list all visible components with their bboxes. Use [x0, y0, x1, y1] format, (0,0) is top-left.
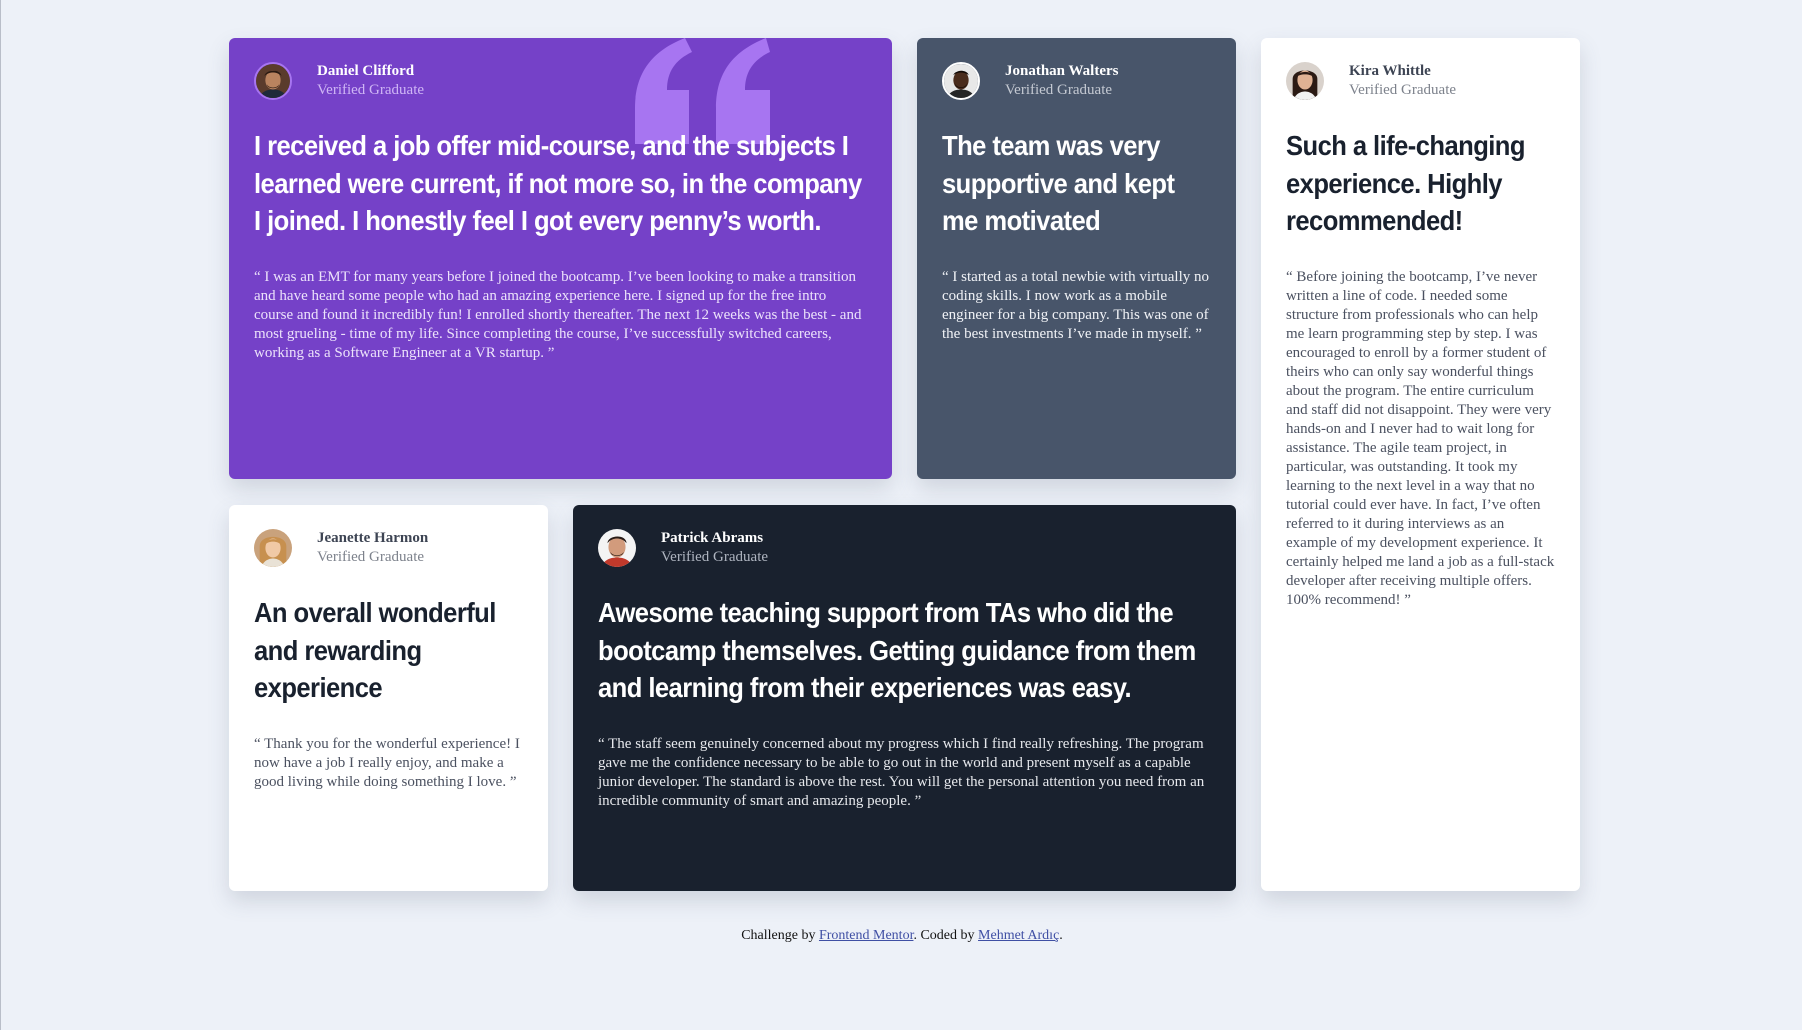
testimonial-card-jeanette: Jeanette Harmon Verified Graduate An ove… [229, 505, 548, 891]
testimonial-card-daniel: Daniel Clifford Verified Graduate I rece… [229, 38, 892, 479]
woman-portrait-avatar-icon [1286, 62, 1324, 100]
testimonial-card-jonathan: Jonathan Walters Verified Graduate The t… [917, 38, 1236, 479]
man-portrait-avatar-icon [598, 529, 636, 567]
footer-suffix: . [1059, 928, 1063, 943]
man-portrait-avatar-icon [944, 64, 978, 98]
author-role: Verified Graduate [1349, 82, 1457, 98]
avatar [598, 529, 636, 567]
author-link[interactable]: Mehmet Ardıç [978, 928, 1059, 943]
avatar [254, 529, 292, 567]
author-name: Daniel Clifford [317, 63, 415, 79]
author-info: Daniel Clifford Verified Graduate [317, 62, 424, 100]
author-info: Patrick Abrams Verified Graduate [661, 529, 768, 567]
testimonials-grid: Daniel Clifford Verified Graduate I rece… [229, 38, 1580, 891]
avatar [942, 62, 980, 100]
testimonial-quote: “ The staff seem genuinely concerned abo… [598, 735, 1205, 809]
author-name: Jonathan Walters [1005, 63, 1119, 79]
testimonial-card-patrick: Patrick Abrams Verified Graduate Awesome… [573, 505, 1236, 891]
testimonial-card-kira: Kira Whittle Verified Graduate Such a li… [1261, 38, 1580, 891]
testimonial-headline: An overall wonderful and rewarding exper… [254, 597, 496, 703]
man-portrait-avatar-icon [256, 64, 290, 98]
card-header: Daniel Clifford Verified Graduate [254, 62, 867, 100]
author-info: Jonathan Walters Verified Graduate [1005, 62, 1119, 100]
testimonial-headline: Awesome teaching support from TAs who di… [598, 597, 1196, 703]
testimonial-quote: “ I started as a total newbie with virtu… [942, 268, 1210, 342]
author-info: Jeanette Harmon Verified Graduate [317, 529, 428, 567]
testimonial-quote: “ Thank you for the wonderful experience… [254, 735, 520, 790]
footer-middle: . Coded by [913, 928, 979, 943]
testimonial-quote: “ Before joining the bootcamp, I’ve neve… [1286, 268, 1555, 608]
testimonial-headline: I received a job offer mid-course, and t… [254, 130, 862, 236]
frontend-mentor-link[interactable]: Frontend Mentor [819, 928, 914, 943]
card-header: Patrick Abrams Verified Graduate [598, 529, 1211, 567]
testimonial-headline: Such a life-changing experience. Highly … [1286, 130, 1525, 236]
card-header: Kira Whittle Verified Graduate [1286, 62, 1555, 100]
testimonial-headline: The team was very supportive and kept me… [942, 130, 1175, 236]
author-role: Verified Graduate [317, 82, 425, 98]
author-role: Verified Graduate [317, 549, 425, 565]
author-info: Kira Whittle Verified Graduate [1349, 62, 1456, 100]
footer-prefix: Challenge by [741, 928, 819, 943]
avatar [254, 62, 292, 100]
author-name: Kira Whittle [1349, 63, 1431, 79]
avatar [1286, 62, 1324, 100]
testimonial-quote: “ I was an EMT for many years before I j… [254, 268, 862, 361]
author-name: Patrick Abrams [661, 530, 764, 546]
author-role: Verified Graduate [1005, 82, 1113, 98]
author-name: Jeanette Harmon [317, 530, 429, 546]
card-header: Jonathan Walters Verified Graduate [942, 62, 1211, 100]
attribution-footer: Challenge by Frontend Mentor. Coded by M… [1, 928, 1802, 944]
woman-portrait-avatar-icon [254, 529, 292, 567]
card-header: Jeanette Harmon Verified Graduate [254, 529, 523, 567]
author-role: Verified Graduate [661, 549, 769, 565]
